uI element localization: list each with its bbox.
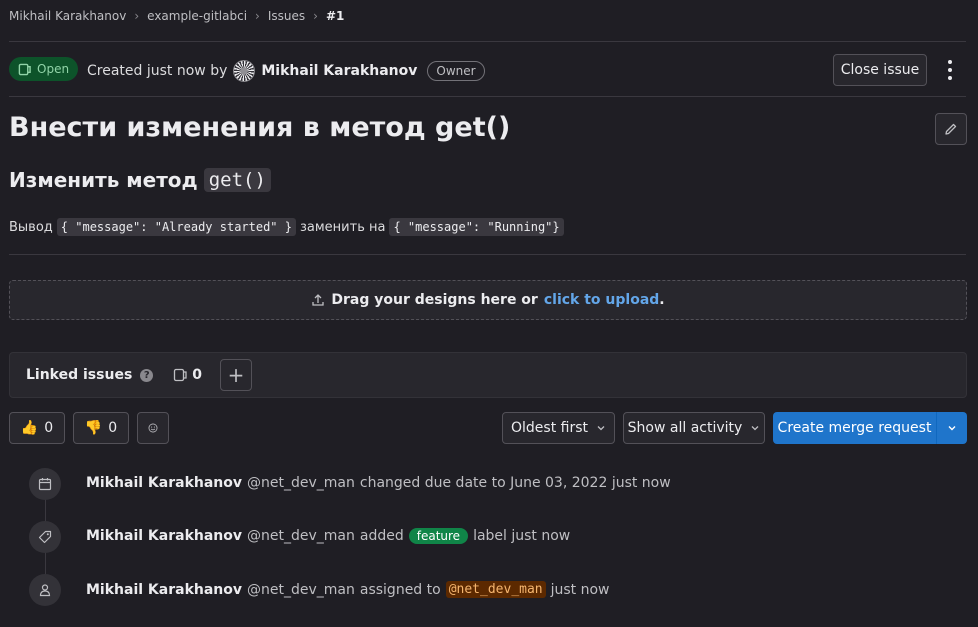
chevron-down-icon bbox=[948, 426, 956, 431]
edit-title-button[interactable] bbox=[935, 113, 967, 145]
dropzone-suffix: . bbox=[659, 292, 665, 308]
role-badge: Owner bbox=[427, 61, 485, 81]
thumbs-down-icon: 👎 bbox=[84, 420, 103, 436]
question-icon[interactable]: ? bbox=[140, 368, 154, 382]
event-handle[interactable]: @net_dev_man bbox=[247, 582, 355, 598]
desc-middle: заменить на bbox=[299, 219, 386, 235]
timeline-icon bbox=[29, 574, 61, 606]
calendar-icon bbox=[38, 478, 52, 491]
event-action: assigned to bbox=[359, 581, 441, 598]
chevron-down-icon bbox=[751, 426, 759, 431]
timeline-event: Mikhail Karakhanov @net_dev_man added fe… bbox=[86, 528, 570, 544]
dropzone-text: Drag your designs here or bbox=[331, 292, 538, 308]
thumbs-down-count: 0 bbox=[108, 420, 118, 436]
divider bbox=[9, 41, 966, 42]
thumbs-up-count: 0 bbox=[44, 420, 54, 436]
chevron-right-icon: › bbox=[134, 9, 140, 23]
add-linked-issue-button[interactable]: + bbox=[220, 359, 253, 391]
design-dropzone[interactable]: Drag your designs here or click to uploa… bbox=[9, 280, 967, 320]
issue-title: Внести изменения в метод get() bbox=[9, 112, 511, 143]
status-label: Open bbox=[37, 62, 70, 76]
chevron-right-icon: › bbox=[255, 9, 260, 23]
label-icon bbox=[38, 530, 52, 544]
created-text: Created just now by bbox=[87, 63, 228, 79]
thumbs-up-button[interactable]: 👍 0 bbox=[9, 412, 65, 444]
timeline-event: Mikhail Karakhanov @net_dev_man changed … bbox=[86, 475, 671, 491]
desc-prefix: Вывод bbox=[9, 219, 53, 235]
breadcrumb-project[interactable]: example-gitlabci bbox=[147, 9, 247, 23]
issues-icon bbox=[174, 368, 187, 382]
close-issue-button[interactable]: Close issue bbox=[833, 54, 927, 86]
event-action: added bbox=[359, 528, 404, 544]
upload-link[interactable]: click to upload bbox=[544, 292, 659, 308]
divider bbox=[9, 96, 966, 97]
feature-label[interactable]: feature bbox=[408, 528, 469, 544]
description-heading: Изменить метод get() bbox=[9, 168, 271, 192]
timeline-icon bbox=[29, 521, 61, 553]
breadcrumb-issues[interactable]: Issues bbox=[268, 9, 305, 23]
user-icon bbox=[39, 584, 51, 597]
chevron-down-icon bbox=[597, 426, 605, 431]
plus-icon: + bbox=[227, 363, 245, 387]
upload-icon bbox=[312, 294, 325, 306]
merge-request-options-button[interactable] bbox=[936, 412, 967, 444]
breadcrumb-current[interactable]: #1 bbox=[326, 9, 344, 23]
event-author[interactable]: Mikhail Karakhanov bbox=[86, 475, 242, 491]
heading-code: get() bbox=[203, 168, 271, 192]
more-actions-icon[interactable] bbox=[942, 58, 958, 82]
event-author[interactable]: Mikhail Karakhanov bbox=[86, 528, 242, 544]
event-action: changed due date to June 03, 2022 just n… bbox=[359, 475, 671, 491]
breadcrumb-user[interactable]: Mikhail Karakhanov bbox=[9, 9, 126, 23]
breadcrumb: Mikhail Karakhanov › example-gitlabci › … bbox=[9, 9, 344, 23]
event-handle[interactable]: @net_dev_man bbox=[247, 528, 355, 544]
event-suffix: label just now bbox=[473, 528, 571, 544]
add-reaction-button[interactable] bbox=[137, 412, 169, 444]
event-suffix: just now bbox=[550, 581, 610, 598]
timeline-event: Mikhail Karakhanov @net_dev_man assigned… bbox=[86, 581, 610, 598]
create-merge-request-split-button: Create merge request bbox=[773, 412, 967, 444]
chevron-right-icon: › bbox=[313, 9, 318, 23]
sort-label: Oldest first bbox=[511, 420, 588, 436]
user-mention[interactable]: @net_dev_man bbox=[445, 581, 546, 598]
activity-label: Show all activity bbox=[627, 420, 743, 436]
issue-meta: Created just now by Mikhail Karakhanov O… bbox=[87, 60, 485, 82]
desc-code-old: { "message": "Already started" } bbox=[56, 218, 296, 236]
thumbs-down-button[interactable]: 👎 0 bbox=[73, 412, 129, 444]
status-badge: Open bbox=[9, 57, 79, 81]
author-link[interactable]: Mikhail Karakhanov bbox=[261, 63, 417, 79]
sort-dropdown[interactable]: Oldest first bbox=[502, 412, 615, 444]
linked-issues-card: Linked issues ? 0 + bbox=[9, 352, 967, 398]
activity-filter-dropdown[interactable]: Show all activity bbox=[623, 412, 765, 444]
issue-open-icon bbox=[18, 63, 31, 75]
divider bbox=[9, 254, 966, 255]
event-handle[interactable]: @net_dev_man bbox=[247, 475, 355, 491]
description-paragraph: Вывод { "message": "Already started" } з… bbox=[9, 218, 564, 236]
avatar[interactable] bbox=[233, 60, 256, 82]
thumbs-up-icon: 👍 bbox=[20, 420, 39, 436]
pencil-icon bbox=[945, 123, 957, 135]
desc-code-new: { "message": "Running"} bbox=[389, 218, 564, 236]
heading-text: Изменить метод bbox=[9, 168, 198, 192]
linked-count-value: 0 bbox=[192, 367, 203, 383]
linked-issues-count: 0 bbox=[173, 367, 202, 383]
linked-issues-label: Linked issues bbox=[26, 367, 133, 383]
timeline-icon bbox=[29, 468, 61, 500]
create-merge-request-button[interactable]: Create merge request bbox=[773, 412, 936, 444]
smiley-icon bbox=[148, 423, 158, 433]
event-author[interactable]: Mikhail Karakhanov bbox=[86, 582, 242, 598]
